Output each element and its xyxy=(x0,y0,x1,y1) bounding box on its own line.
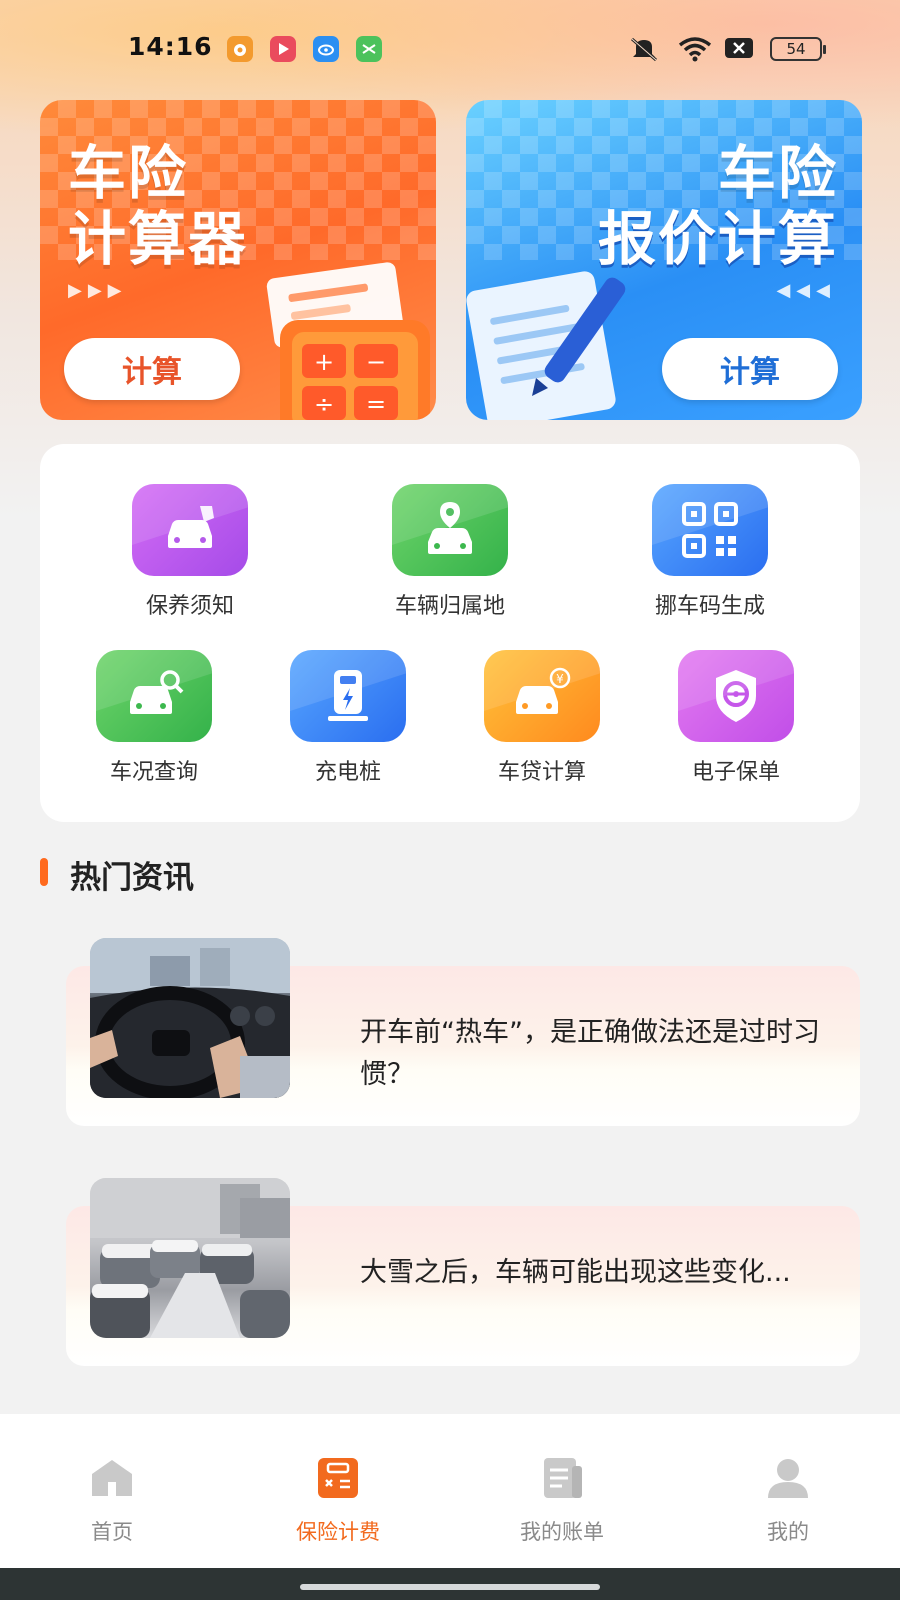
feature-grid: 保养须知 车辆归属地 挪车码生成 车况查询 充电桩 ¥ 车贷计算 电子保单 xyxy=(40,444,860,822)
car-insurance-calculator-banner[interactable]: 车险 计算器 ▶▶▶ + − ÷ = 计算 xyxy=(40,100,436,420)
home-indicator[interactable] xyxy=(300,1584,600,1590)
calculator-icon xyxy=(318,1458,358,1498)
tab-mine[interactable]: 我的 xyxy=(708,1456,868,1546)
battery-icon: 54 xyxy=(770,37,826,61)
svg-text:÷: ÷ xyxy=(314,390,334,418)
home-icon xyxy=(92,1460,132,1496)
news-item[interactable]: 开车前“热车”，是正确做法还是过时习惯？ xyxy=(66,938,860,1126)
tab-insurance-billing[interactable]: 保险计费 xyxy=(258,1456,418,1546)
section-accent-bar xyxy=(40,858,48,886)
feature-label: 充电桩 xyxy=(314,760,381,785)
calculate-button[interactable]: 计算 xyxy=(662,338,838,400)
tab-home[interactable]: 首页 xyxy=(32,1456,192,1546)
tab-label: 我的 xyxy=(767,1520,809,1544)
feature-maintenance-tips[interactable]: 保养须知 xyxy=(100,484,280,620)
status-bar: 14:16 54 xyxy=(0,28,900,68)
car-location-icon xyxy=(428,502,472,554)
tab-my-bills[interactable]: 我的账单 xyxy=(482,1456,642,1546)
svg-text:−: − xyxy=(366,348,386,376)
banner-title: 车险 计算器 xyxy=(68,139,249,273)
user-icon xyxy=(768,1459,808,1498)
wifi-icon xyxy=(678,37,712,62)
calculator-illustration: + − ÷ = xyxy=(266,262,430,420)
sim-off-icon xyxy=(725,38,753,58)
feature-electronic-policy[interactable]: 电子保单 xyxy=(646,650,826,786)
video-icon xyxy=(270,36,296,62)
arrows-decoration: ▶▶▶ xyxy=(68,280,128,301)
weibo-icon xyxy=(227,36,253,62)
svg-text:+: + xyxy=(314,348,334,376)
feature-label: 车况查询 xyxy=(109,760,198,785)
tab-label: 首页 xyxy=(91,1520,133,1544)
status-time: 14:16 xyxy=(128,32,213,61)
feature-label: 挪车码生成 xyxy=(654,594,765,619)
app-icon xyxy=(356,36,382,62)
feature-label: 电子保单 xyxy=(691,760,780,785)
feature-move-car-code[interactable]: 挪车码生成 xyxy=(620,484,800,620)
feature-label: 车辆归属地 xyxy=(394,594,505,619)
cloud-icon xyxy=(313,36,339,62)
feature-vehicle-condition-query[interactable]: 车况查询 xyxy=(64,650,244,786)
feature-charging-pile[interactable]: 充电桩 xyxy=(258,650,438,786)
document-pen-illustration xyxy=(466,271,626,420)
mute-icon xyxy=(631,37,657,62)
tab-label: 我的账单 xyxy=(520,1520,604,1544)
news-title: 大雪之后，车辆可能出现这些变化... xyxy=(360,1257,791,1288)
feature-vehicle-location[interactable]: 车辆归属地 xyxy=(360,484,540,620)
feature-label: 保养须知 xyxy=(145,594,234,619)
svg-text:=: = xyxy=(366,390,386,418)
calculate-button[interactable]: 计算 xyxy=(64,338,240,400)
charging-pile-icon xyxy=(328,670,368,721)
car-loan-icon: ¥ xyxy=(516,667,571,714)
shield-icon xyxy=(716,670,756,722)
banner-title: 车险 报价计算 xyxy=(597,139,838,273)
svg-text:¥: ¥ xyxy=(556,672,564,686)
bottom-tab-bar: 首页 保险计费 我的账单 我的 xyxy=(0,1414,900,1568)
news-thumbnail xyxy=(90,1178,290,1338)
arrows-decoration: ◀◀◀ xyxy=(776,280,836,301)
car-search-icon xyxy=(130,670,184,714)
qr-code-icon xyxy=(682,502,738,558)
bill-icon xyxy=(544,1458,582,1498)
news-item[interactable]: 大雪之后，车辆可能出现这些变化... xyxy=(66,1178,860,1366)
feature-label: 车贷计算 xyxy=(497,760,586,785)
tab-label: 保险计费 xyxy=(296,1520,380,1544)
news-title: 开车前“热车”，是正确做法还是过时习惯？ xyxy=(360,1017,820,1090)
feature-car-loan-calculation[interactable]: ¥ 车贷计算 xyxy=(452,650,632,786)
insurance-quote-calculator-banner[interactable]: 车险 报价计算 ◀◀◀ 计算 xyxy=(466,100,862,420)
news-thumbnail xyxy=(90,938,290,1098)
section-title: 热门资讯 xyxy=(70,860,194,896)
car-maintenance-icon xyxy=(168,506,214,548)
